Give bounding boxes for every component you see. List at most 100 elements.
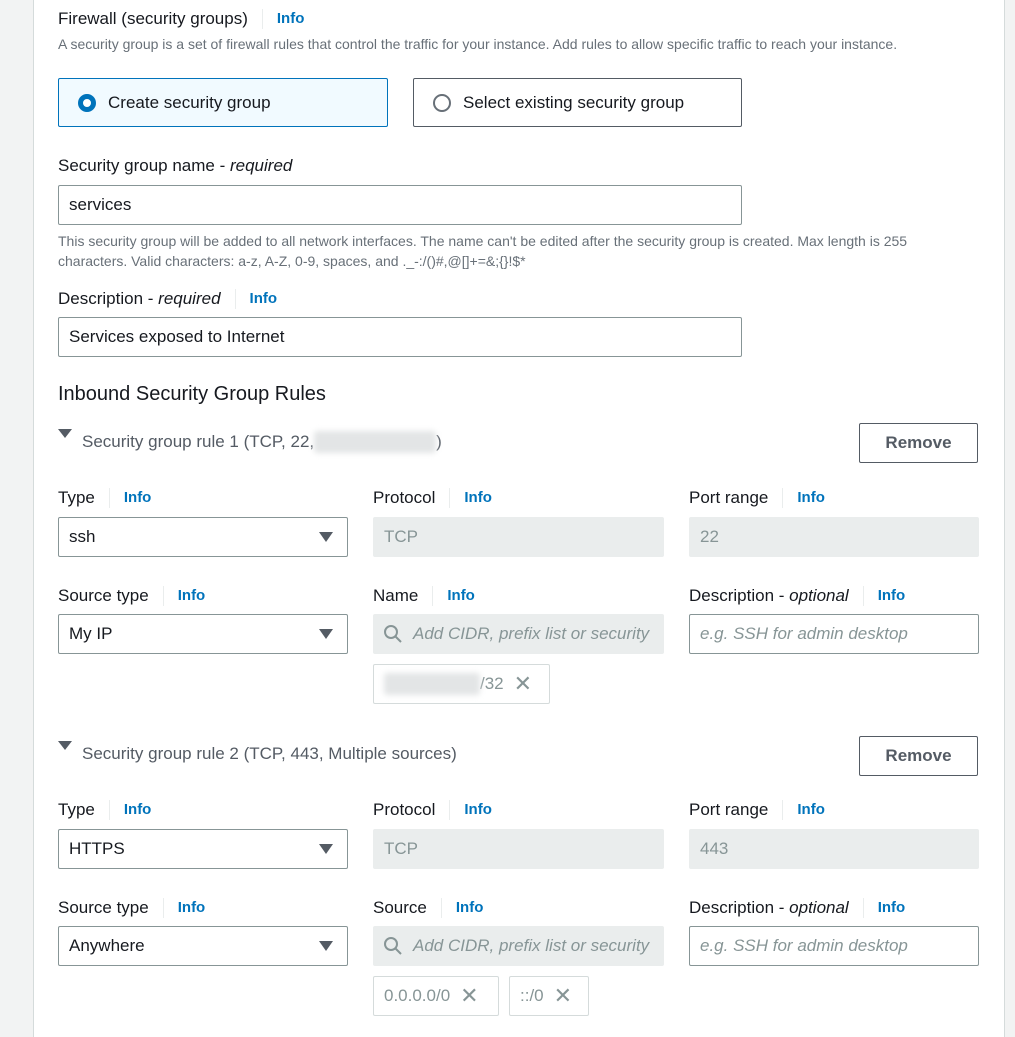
protocol-label-text: Protocol: [373, 800, 436, 819]
collapse-triangle-icon[interactable]: [58, 429, 72, 438]
port-range-label: Port range Info: [689, 488, 825, 508]
source-token-ipv6: ::/0 ✕: [509, 976, 589, 1016]
port-range-value: 443: [700, 839, 729, 858]
rule-description-placeholder: e.g. SSH for admin desktop: [700, 624, 908, 643]
type-select-value: ssh: [69, 527, 96, 546]
rule-description-label: Description - optional Info: [689, 898, 905, 918]
create-security-group-option[interactable]: Create security group: [58, 78, 388, 127]
sg-name-label-text: Security group name -: [58, 156, 226, 175]
port-range-input: 22: [689, 517, 979, 557]
radio-selected-icon[interactable]: [78, 93, 96, 112]
sg-description-input[interactable]: Services exposed to Internet: [58, 317, 742, 357]
protocol-label: Protocol Info: [373, 488, 492, 508]
port-range-label-text: Port range: [689, 488, 769, 507]
rule-description-info-link[interactable]: Info: [862, 586, 905, 606]
protocol-input: TCP: [373, 517, 664, 557]
source-type-select[interactable]: My IP: [58, 614, 348, 654]
remove-token-icon[interactable]: ✕: [460, 985, 478, 1007]
rule-2-title[interactable]: Security group rule 2 (TCP, 443, Multipl…: [82, 744, 457, 764]
caret-down-icon: [319, 532, 333, 542]
source-search-input[interactable]: Add CIDR, prefix list or security: [373, 614, 664, 654]
protocol-info-link[interactable]: Info: [449, 800, 492, 820]
type-label-text: Type: [58, 488, 95, 507]
redacted-ip: [314, 431, 437, 453]
sg-description-label-text: Description -: [58, 289, 154, 308]
source-info-link[interactable]: Info: [440, 898, 483, 918]
remove-token-icon[interactable]: ✕: [514, 673, 532, 695]
rule-description-placeholder: e.g. SSH for admin desktop: [700, 936, 908, 955]
source-name-label: Name Info: [373, 586, 475, 606]
port-range-info-link[interactable]: Info: [782, 488, 825, 508]
port-range-info-link[interactable]: Info: [782, 800, 825, 820]
type-select[interactable]: ssh: [58, 517, 348, 557]
source-type-value: Anywhere: [69, 936, 145, 955]
source-search-placeholder: Add CIDR, prefix list or security: [413, 936, 650, 955]
type-label: Type Info: [58, 800, 151, 820]
inbound-rules-heading: Inbound Security Group Rules: [58, 383, 326, 405]
remove-rule-1-button[interactable]: Remove: [859, 423, 978, 463]
source-label: Source Info: [373, 898, 483, 918]
source-token-text: ::/0: [520, 986, 544, 1005]
redacted-ip: [384, 673, 480, 695]
source-search-input[interactable]: Add CIDR, prefix list or security: [373, 926, 664, 966]
firewall-title: Firewall (security groups): [58, 9, 248, 28]
source-token-ipv4: 0.0.0.0/0 ✕: [373, 976, 499, 1016]
rule-1-title-text: Security group rule 1 (TCP, 22,: [82, 432, 315, 451]
rule-description-info-link[interactable]: Info: [862, 898, 905, 918]
protocol-value: TCP: [384, 527, 418, 546]
search-icon: [384, 625, 402, 643]
source-name-label-text: Name: [373, 586, 419, 605]
protocol-label: Protocol Info: [373, 800, 492, 820]
source-search-placeholder: Add CIDR, prefix list or security: [413, 624, 650, 643]
rule-1-title[interactable]: Security group rule 1 (TCP, 22, ): [82, 431, 442, 453]
firewall-info-link[interactable]: Info: [261, 9, 304, 29]
sg-description-value: Services exposed to Internet: [69, 327, 285, 346]
rule-1-title-suffix: ): [436, 432, 442, 451]
remove-rule-2-button[interactable]: Remove: [859, 736, 978, 776]
create-security-group-label: Create security group: [108, 92, 271, 112]
source-name-info-link[interactable]: Info: [432, 586, 475, 606]
required-marker: required: [229, 156, 293, 175]
rule-description-input[interactable]: e.g. SSH for admin desktop: [689, 614, 979, 654]
protocol-label-text: Protocol: [373, 488, 436, 507]
source-type-label: Source type Info: [58, 586, 205, 606]
type-info-link[interactable]: Info: [108, 488, 151, 508]
type-label-text: Type: [58, 800, 95, 819]
remove-token-icon[interactable]: ✕: [554, 985, 572, 1007]
protocol-input: TCP: [373, 829, 664, 869]
type-label: Type Info: [58, 488, 151, 508]
port-range-label: Port range Info: [689, 800, 825, 820]
optional-marker: optional: [789, 586, 849, 605]
source-type-label: Source type Info: [58, 898, 205, 918]
rule-2-title-text: Security group rule 2 (TCP, 443, Multipl…: [82, 744, 457, 763]
collapse-triangle-icon[interactable]: [58, 741, 72, 750]
source-type-label-text: Source type: [58, 898, 149, 917]
search-icon: [384, 937, 402, 955]
rule-description-label-text: Description -: [689, 586, 785, 605]
sg-description-info-link[interactable]: Info: [234, 289, 277, 309]
source-type-value: My IP: [69, 624, 113, 643]
source-label-text: Source: [373, 898, 427, 917]
radio-unselected-icon[interactable]: [433, 93, 451, 112]
sg-name-hint: This security group will be added to all…: [58, 233, 908, 269]
rule-description-input[interactable]: e.g. SSH for admin desktop: [689, 926, 979, 966]
rule-description-label: Description - optional Info: [689, 586, 905, 606]
source-type-info-link[interactable]: Info: [162, 586, 205, 606]
sg-name-input[interactable]: services: [58, 185, 742, 225]
protocol-info-link[interactable]: Info: [449, 488, 492, 508]
source-token-text: /32: [480, 674, 504, 693]
required-marker: required: [158, 289, 221, 308]
caret-down-icon: [319, 629, 333, 639]
type-info-link[interactable]: Info: [108, 800, 151, 820]
source-type-info-link[interactable]: Info: [162, 898, 205, 918]
source-type-select[interactable]: Anywhere: [58, 926, 348, 966]
rule-description-label-text: Description -: [689, 898, 785, 917]
caret-down-icon: [319, 941, 333, 951]
sg-description-label: Description - required Info: [58, 289, 277, 309]
source-token-text: 0.0.0.0/0: [384, 986, 451, 1005]
select-existing-security-group-label: Select existing security group: [463, 92, 685, 112]
type-select[interactable]: HTTPS: [58, 829, 348, 869]
select-existing-security-group-option[interactable]: Select existing security group: [413, 78, 742, 127]
port-range-value: 22: [700, 527, 719, 546]
source-token: /32 ✕: [373, 664, 550, 704]
